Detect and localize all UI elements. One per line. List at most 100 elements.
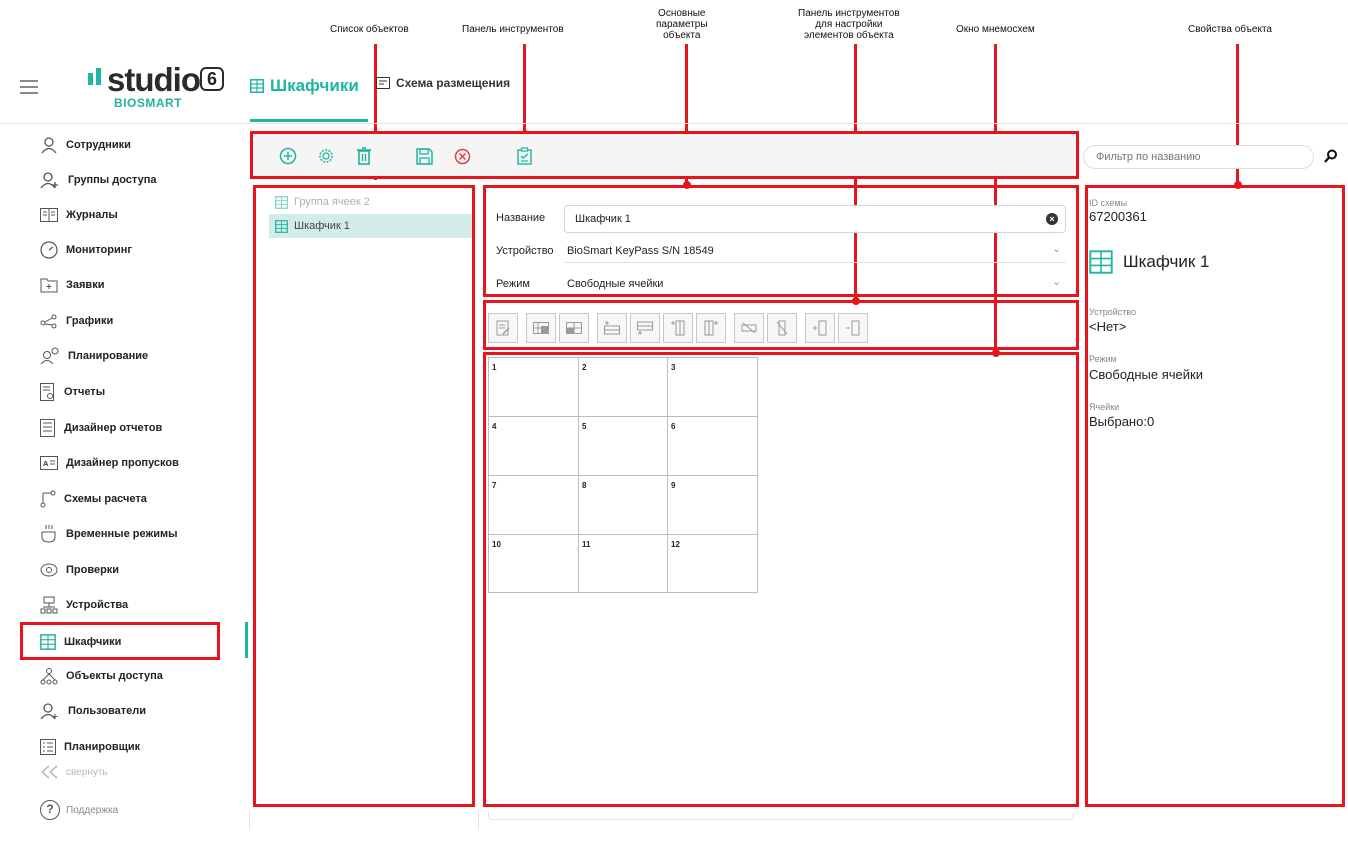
person-icon	[41, 137, 57, 154]
settings-icon	[319, 149, 333, 163]
list-item[interactable]: Шкафчик 1	[269, 214, 472, 238]
user-add-icon	[40, 703, 58, 720]
sidebar-item-access-groups[interactable]: Группы доступа	[40, 170, 156, 190]
locker-cell[interactable]: 9	[668, 476, 757, 535]
save-button[interactable]	[414, 146, 434, 166]
sidebar	[0, 124, 248, 844]
support-link[interactable]: ? Поддержка	[40, 800, 118, 820]
locker-cell[interactable]: 12	[668, 535, 757, 592]
search-icon[interactable]	[1324, 149, 1338, 168]
sidebar-item-planning[interactable]: Планирование	[40, 346, 148, 366]
sidebar-item-scheduler[interactable]: Планировщик	[40, 737, 140, 757]
cells-prop-label: Ячейки	[1089, 402, 1120, 412]
settings-button[interactable]	[316, 146, 336, 166]
mnemo-scrollbar[interactable]	[488, 812, 1074, 820]
locker-cell[interactable]: 10	[489, 535, 579, 592]
sidebar-item-label: Устройства	[66, 599, 129, 611]
sidebar-item-devices[interactable]: Устройства	[40, 595, 128, 615]
annotation-line: Основные	[658, 8, 706, 19]
split-cells-button[interactable]	[559, 313, 589, 343]
checklist-button[interactable]	[514, 146, 534, 166]
sidebar-item-label: Объекты доступа	[66, 670, 163, 682]
sidebar-item-users[interactable]: Пользователи	[40, 701, 146, 721]
cancel-button[interactable]	[452, 146, 472, 166]
sidebar-item-monitoring[interactable]: Мониторинг	[40, 240, 132, 260]
sidebar-item-reports[interactable]: Отчеты	[40, 382, 105, 402]
svg-text:A: A	[43, 460, 49, 468]
insert-col-right-button[interactable]	[696, 313, 726, 343]
locker-cell[interactable]: 5	[579, 417, 668, 476]
add-cell-button[interactable]	[805, 313, 835, 343]
sidebar-item-label: Временные режимы	[66, 528, 178, 540]
list-item[interactable]: Группа ячеек 2	[269, 190, 472, 214]
insert-row-below-icon	[637, 321, 653, 335]
collapse-sidebar-button[interactable]: свернуть	[40, 765, 108, 779]
insert-row-above-button[interactable]	[597, 313, 627, 343]
sidebar-item-checks[interactable]: Проверки	[40, 560, 119, 580]
chevron-down-icon[interactable]: ⌄	[1052, 275, 1061, 288]
help-icon: ?	[40, 800, 60, 820]
element-toolbar-group	[526, 313, 589, 343]
column-divider	[478, 810, 479, 830]
sidebar-item-access-objects[interactable]: Объекты доступа	[40, 666, 163, 686]
edit-cell-button[interactable]	[488, 313, 518, 343]
logo-subtitle: BIOSMART	[114, 96, 182, 110]
sidebar-item-journals[interactable]: Журналы	[40, 205, 118, 225]
mode-prop-value: Свободные ячейки	[1089, 367, 1203, 382]
remove-cell-icon	[846, 320, 860, 336]
sidebar-item-label: Дизайнер пропусков	[66, 457, 179, 469]
mode-select[interactable]: Свободные ячейки	[567, 278, 663, 290]
annotation-toolbar: Панель инструментов	[462, 24, 564, 35]
chevron-down-icon[interactable]: ⌄	[1052, 242, 1061, 255]
device-select[interactable]: BioSmart KeyPass S/N 18549	[567, 245, 714, 257]
insert-col-left-button[interactable]	[663, 313, 693, 343]
locker-cell[interactable]: 2	[579, 358, 668, 417]
cells-prop-value: Выбрано:0	[1089, 414, 1155, 429]
device-label: Устройство	[496, 245, 554, 257]
locker-cell[interactable]: 3	[668, 358, 757, 417]
sidebar-item-label: Планирование	[68, 350, 149, 362]
element-toolbar-group	[488, 313, 518, 343]
delete-col-icon	[776, 320, 788, 336]
device-prop-value: <Нет>	[1089, 319, 1127, 334]
tab-lockers[interactable]: Шкафчики	[250, 76, 359, 96]
delete-row-button[interactable]	[734, 313, 764, 343]
menu-icon[interactable]	[20, 80, 38, 94]
locker-cell[interactable]: 4	[489, 417, 579, 476]
annotation-line: для настройки	[815, 19, 883, 30]
locker-cell[interactable]: 8	[579, 476, 668, 535]
delete-row-icon	[741, 322, 757, 334]
sidebar-item-lockers[interactable]: Шкафчики	[40, 632, 121, 652]
filter-input[interactable]	[1083, 145, 1314, 169]
sidebar-item-label: Журналы	[66, 209, 118, 221]
sidebar-item-schedules[interactable]: Графики	[40, 311, 113, 331]
clear-input-icon[interactable]: ×	[1046, 213, 1058, 225]
eye-icon	[40, 563, 58, 577]
annotation-main-params: Основные параметры объекта	[656, 8, 708, 41]
sidebar-item-report-designer[interactable]: Дизайнер отчетов	[40, 418, 162, 438]
annotation-element-toolbar: Панель инструментов для настройки элемен…	[798, 8, 900, 41]
sidebar-item-time-modes[interactable]: Временные режимы	[40, 524, 178, 544]
sidebar-item-employees[interactable]: Сотрудники	[40, 135, 131, 155]
scheduler-list-icon	[40, 739, 56, 755]
sidebar-item-requests[interactable]: Заявки	[40, 275, 104, 295]
name-field[interactable]: Шкафчик 1	[564, 205, 1066, 233]
insert-row-below-button[interactable]	[630, 313, 660, 343]
tab-layout-scheme[interactable]: Схема размещения	[376, 76, 510, 90]
locker-cell[interactable]: 6	[668, 417, 757, 476]
merge-cells-button[interactable]	[526, 313, 556, 343]
sidebar-item-label: Проверки	[66, 564, 120, 576]
sidebar-item-label: Дизайнер отчетов	[64, 422, 163, 434]
sidebar-item-calc-schemes[interactable]: Схемы расчета	[40, 489, 147, 509]
report-designer-icon	[40, 419, 55, 437]
delete-button[interactable]	[354, 146, 374, 166]
locker-cell[interactable]: 11	[579, 535, 668, 592]
locker-cell[interactable]: 1	[489, 358, 579, 417]
sidebar-item-label: Схемы расчета	[64, 493, 147, 505]
sidebar-item-pass-designer[interactable]: A Дизайнер пропусков	[40, 453, 179, 473]
device-underline	[564, 262, 1066, 263]
add-button[interactable]	[278, 146, 298, 166]
locker-cell[interactable]: 7	[489, 476, 579, 535]
remove-cell-button[interactable]	[838, 313, 868, 343]
delete-col-button[interactable]	[767, 313, 797, 343]
